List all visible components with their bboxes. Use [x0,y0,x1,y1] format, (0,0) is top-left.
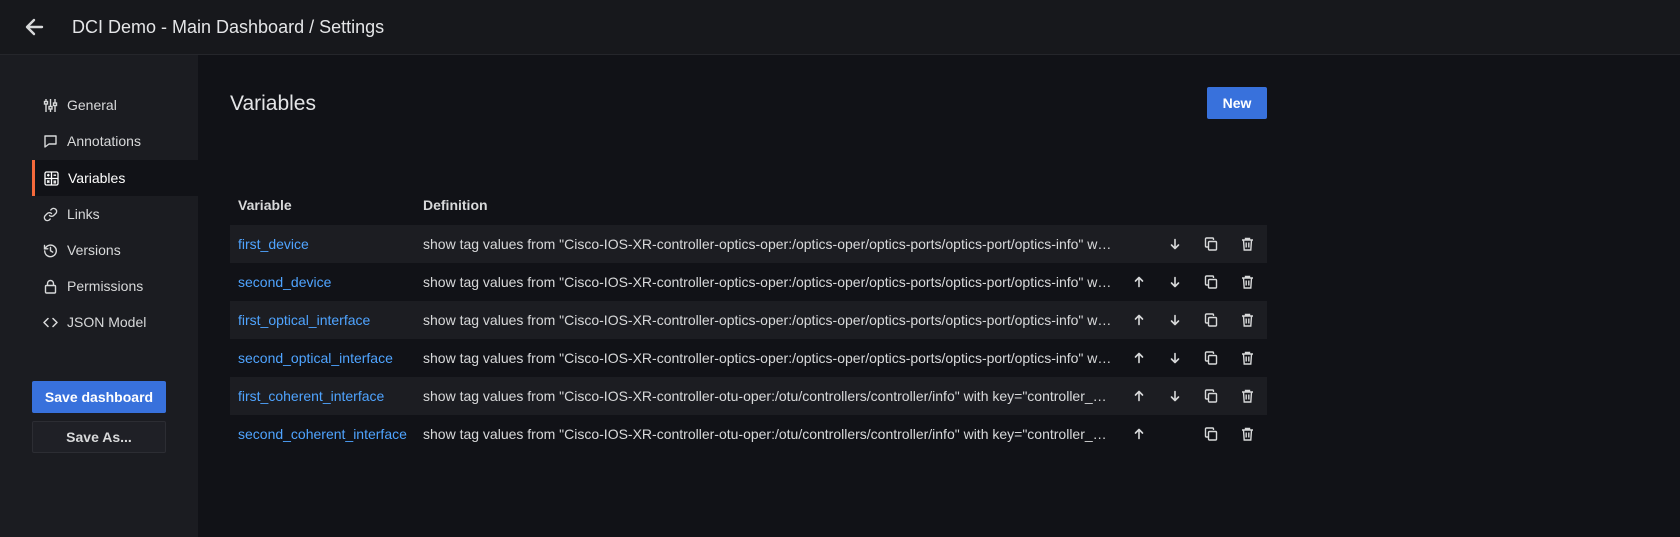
variable-name-link[interactable]: first_optical_interface [238,312,370,328]
variable-name-link[interactable]: first_coherent_interface [238,388,384,404]
sidebar-item-label: General [67,97,117,113]
link-icon [42,206,58,222]
move-down-icon[interactable] [1164,347,1186,369]
sidebar-item-label: Permissions [67,278,144,294]
duplicate-icon[interactable] [1200,385,1222,407]
variable-definition: show tag values from "Cisco-IOS-XR-contr… [423,426,1113,442]
duplicate-icon[interactable] [1200,423,1222,445]
trash-icon[interactable] [1236,233,1258,255]
move-up-icon[interactable] [1128,271,1150,293]
trash-icon[interactable] [1236,271,1258,293]
variable-name-link[interactable]: second_optical_interface [238,350,393,366]
sidebar-item-annotations[interactable]: Annotations [32,123,198,159]
sidebar-item-permissions[interactable]: Permissions [32,268,198,304]
duplicate-icon[interactable] [1200,347,1222,369]
move-up-icon[interactable] [1128,309,1150,331]
move-down-icon[interactable] [1164,385,1186,407]
sidebar-item-variables[interactable]: Variables [32,160,198,196]
trash-icon[interactable] [1236,423,1258,445]
lock-icon [42,278,58,294]
page-title: DCI Demo - Main Dashboard / Settings [72,16,385,37]
variable-definition: show tag values from "Cisco-IOS-XR-contr… [423,312,1113,328]
move-down-icon[interactable] [1164,309,1186,331]
duplicate-icon[interactable] [1200,271,1222,293]
variable-name-link[interactable]: second_coherent_interface [238,426,407,442]
sidebar-item-label: JSON Model [67,314,147,330]
code-icon [42,314,58,330]
move-up-icon[interactable] [1128,385,1150,407]
move-down-icon[interactable] [1164,271,1186,293]
move-up-icon[interactable] [1128,423,1150,445]
duplicate-icon[interactable] [1200,309,1222,331]
trash-icon[interactable] [1236,385,1258,407]
top-bar: DCI Demo - Main Dashboard / Settings [0,0,1680,55]
column-header-variable: Variable [238,197,292,213]
variable-definition: show tag values from "Cisco-IOS-XR-contr… [423,274,1113,290]
comment-icon [42,133,58,149]
new-variable-button[interactable]: New [1207,87,1267,119]
table-row: second_coherent_interface show tag value… [230,415,1267,453]
table-row: second_optical_interface show tag values… [230,339,1267,377]
table-row: first_optical_interface show tag values … [230,301,1267,339]
variable-name-link[interactable]: second_device [238,274,331,290]
sidebar-item-label: Versions [67,242,121,258]
variable-name-link[interactable]: first_device [238,236,309,252]
save-as-button[interactable]: Save As... [32,421,166,453]
trash-icon[interactable] [1236,309,1258,331]
variable-definition: show tag values from "Cisco-IOS-XR-contr… [423,236,1113,252]
calculator-icon [43,170,59,186]
column-header-definition: Definition [423,197,488,213]
variable-definition: show tag values from "Cisco-IOS-XR-contr… [423,388,1113,404]
section-title: Variables [230,92,316,115]
table-row: first_coherent_interface show tag values… [230,377,1267,415]
back-arrow-icon[interactable] [16,9,52,45]
sidebar-item-json-model[interactable]: JSON Model [32,304,198,340]
sidebar-item-links[interactable]: Links [32,196,198,232]
sliders-icon [42,97,58,113]
save-dashboard-button[interactable]: Save dashboard [32,381,166,413]
sidebar-item-versions[interactable]: Versions [32,232,198,268]
sidebar-item-general[interactable]: General [32,87,198,123]
table-row: second_device show tag values from "Cisc… [230,263,1267,301]
duplicate-icon[interactable] [1200,233,1222,255]
sidebar-item-label: Annotations [67,133,141,149]
sidebar-item-label: Variables [68,170,126,186]
variable-definition: show tag values from "Cisco-IOS-XR-contr… [423,350,1113,366]
trash-icon[interactable] [1236,347,1258,369]
history-icon [42,242,58,258]
sidebar-item-label: Links [67,206,100,222]
move-down-icon[interactable] [1164,233,1186,255]
table-row: first_device show tag values from "Cisco… [230,225,1267,263]
move-up-icon[interactable] [1128,347,1150,369]
